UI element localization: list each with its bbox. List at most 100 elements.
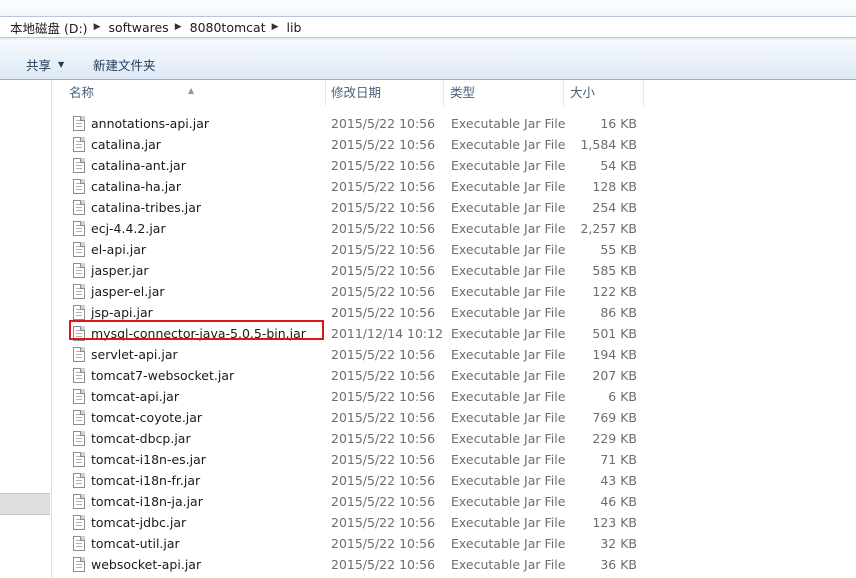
breadcrumb-label: 本地磁盘 (D:) [10, 20, 88, 36]
file-name: jasper-el.jar [91, 284, 165, 299]
file-name: tomcat-coyote.jar [91, 410, 203, 425]
jar-file-icon [73, 389, 85, 404]
breadcrumb-item-lib[interactable]: lib [285, 20, 306, 35]
file-size: 229 KB [592, 431, 637, 446]
chevron-right-icon[interactable]: ▶ [175, 22, 182, 32]
file-size: 6 KB [608, 389, 637, 404]
breadcrumb-label: 8080tomcat [189, 19, 266, 35]
file-row[interactable]: catalina-ha.jar 2015/5/22 10:56 Executable… [52, 176, 856, 197]
file-date: 2015/5/22 10:56 [331, 263, 436, 278]
file-row[interactable]: jasper-el.jar 2015/5/22 10:56 Executable J… [52, 281, 856, 302]
chevron-right-icon[interactable]: ▶ [272, 22, 279, 32]
column-header-name[interactable]: 名称 ▲ [52, 80, 326, 106]
file-type: Executable Jar File [451, 326, 566, 341]
file-date: 2015/5/22 10:56 [331, 305, 436, 320]
file-size: 128 KB [592, 179, 637, 194]
file-row[interactable]: mysql-connector-java-5.0.5-bin.jar 2011/1… [52, 323, 856, 344]
file-type: Executable Jar File [451, 179, 566, 194]
file-type: Executable Jar File [451, 431, 566, 446]
file-name: el-api.jar [91, 242, 146, 257]
file-name: tomcat7-websocket.jar [91, 368, 235, 383]
command-bar: 共享 ▼ 新建文件夹 [0, 40, 856, 80]
file-type: Executable Jar File [451, 410, 566, 425]
file-name: jasper.jar [91, 263, 149, 278]
column-header-date[interactable]: 修改日期 [326, 80, 444, 106]
file-name: tomcat-i18n-es.jar [91, 452, 206, 467]
jar-file-icon [73, 200, 85, 215]
file-size: 43 KB [600, 473, 637, 488]
file-row[interactable]: websocket-api.jar 2015/5/22 10:56 Executab… [52, 554, 856, 575]
file-row[interactable]: jasper.jar 2015/5/22 10:56 Executable Jar … [52, 260, 856, 281]
file-row[interactable]: tomcat-i18n-fr.jar 2015/5/22 10:56 Executa… [52, 470, 856, 491]
file-name: catalina-ha.jar [91, 179, 181, 194]
file-row[interactable]: annotations-api.jar 2015/5/22 10:56 Execut… [52, 113, 856, 134]
file-row[interactable]: catalina-ant.jar 2015/5/22 10:56 Executabl… [52, 155, 856, 176]
breadcrumb[interactable]: 本地磁盘 (D:) ▶ softwares ▶ 8080tomcat ▶ lib [0, 16, 856, 38]
file-type: Executable Jar File [451, 368, 566, 383]
file-type: Executable Jar File [451, 515, 566, 530]
file-size: 16 KB [600, 116, 637, 131]
share-button[interactable]: 共享 ▼ [26, 55, 64, 74]
file-row[interactable]: ecj-4.4.2.jar 2015/5/22 10:56 Executable J… [52, 218, 856, 239]
address-bar: 本地磁盘 (D:) ▶ softwares ▶ 8080tomcat ▶ lib [0, 0, 856, 40]
file-name: jsp-api.jar [91, 305, 153, 320]
new-folder-button[interactable]: 新建文件夹 [93, 55, 156, 74]
file-type: Executable Jar File [451, 158, 566, 173]
navigation-pane[interactable] [0, 80, 52, 578]
file-date: 2015/5/22 10:56 [331, 536, 436, 551]
file-row[interactable]: el-api.jar 2015/5/22 10:56 Executable Jar … [52, 239, 856, 260]
file-row[interactable]: tomcat-api.jar 2015/5/22 10:56 Executable … [52, 386, 856, 407]
file-date: 2015/5/22 10:56 [331, 242, 436, 257]
file-date: 2015/5/22 10:56 [331, 200, 436, 215]
jar-file-icon [73, 473, 85, 488]
file-size: 207 KB [592, 368, 637, 383]
file-date: 2015/5/22 10:56 [331, 347, 436, 362]
file-name: catalina-ant.jar [91, 158, 186, 173]
jar-file-icon [73, 494, 85, 509]
chevron-right-icon[interactable]: ▶ [94, 22, 101, 32]
file-row[interactable]: servlet-api.jar 2015/5/22 10:56 Executable… [52, 344, 856, 365]
file-row[interactable]: jsp-api.jar 2015/5/22 10:56 Executable Jar… [52, 302, 856, 323]
column-header-size[interactable]: 大小 [564, 80, 644, 106]
file-size: 1,584 KB [580, 137, 637, 152]
file-type: Executable Jar File [451, 284, 566, 299]
file-type: Executable Jar File [451, 347, 566, 362]
file-row[interactable]: tomcat-coyote.jar 2015/5/22 10:56 Executab… [52, 407, 856, 428]
file-row[interactable]: tomcat-util.jar 2015/5/22 10:56 Executable… [52, 533, 856, 554]
file-row[interactable]: tomcat7-websocket.jar 2015/5/22 10:56 Exec… [52, 365, 856, 386]
file-date: 2015/5/22 10:56 [331, 137, 436, 152]
breadcrumb-item-drive[interactable]: 本地磁盘 (D:) [8, 18, 92, 37]
file-row[interactable]: tomcat-jdbc.jar 2015/5/22 10:56 Executable… [52, 512, 856, 533]
jar-file-icon [73, 326, 85, 341]
file-type: Executable Jar File [451, 263, 566, 278]
file-size: 769 KB [592, 410, 637, 425]
file-date: 2015/5/22 10:56 [331, 389, 436, 404]
file-type: Executable Jar File [451, 536, 566, 551]
file-size: 86 KB [600, 305, 637, 320]
nav-selected-item[interactable] [0, 493, 50, 515]
file-date: 2015/5/22 10:56 [331, 158, 436, 173]
file-name: tomcat-dbcp.jar [91, 431, 191, 446]
file-size: 71 KB [600, 452, 637, 467]
file-size: 194 KB [592, 347, 637, 362]
file-size: 32 KB [600, 536, 637, 551]
file-date: 2015/5/22 10:56 [331, 473, 436, 488]
file-row[interactable]: catalina.jar 2015/5/22 10:56 Executable Ja… [52, 134, 856, 155]
column-header-type[interactable]: 类型 [444, 80, 564, 106]
breadcrumb-item-8080tomcat[interactable]: 8080tomcat [188, 20, 270, 35]
file-type: Executable Jar File [451, 137, 566, 152]
file-row[interactable]: tomcat-dbcp.jar 2015/5/22 10:56 Executable… [52, 428, 856, 449]
jar-file-icon [73, 557, 85, 572]
file-date: 2015/5/22 10:56 [331, 116, 436, 131]
jar-file-icon [73, 410, 85, 425]
file-row[interactable]: catalina-tribes.jar 2015/5/22 10:56 Execut… [52, 197, 856, 218]
column-header-label: 类型 [450, 85, 476, 100]
file-size: 36 KB [600, 557, 637, 572]
file-row[interactable]: tomcat-i18n-ja.jar 2015/5/22 10:56 Executa… [52, 491, 856, 512]
jar-file-icon [73, 242, 85, 257]
breadcrumb-item-softwares[interactable]: softwares [107, 20, 173, 35]
jar-file-icon [73, 536, 85, 551]
file-row[interactable]: tomcat-i18n-es.jar 2015/5/22 10:56 Executa… [52, 449, 856, 470]
file-name: tomcat-jdbc.jar [91, 515, 187, 530]
jar-file-icon [73, 284, 85, 299]
